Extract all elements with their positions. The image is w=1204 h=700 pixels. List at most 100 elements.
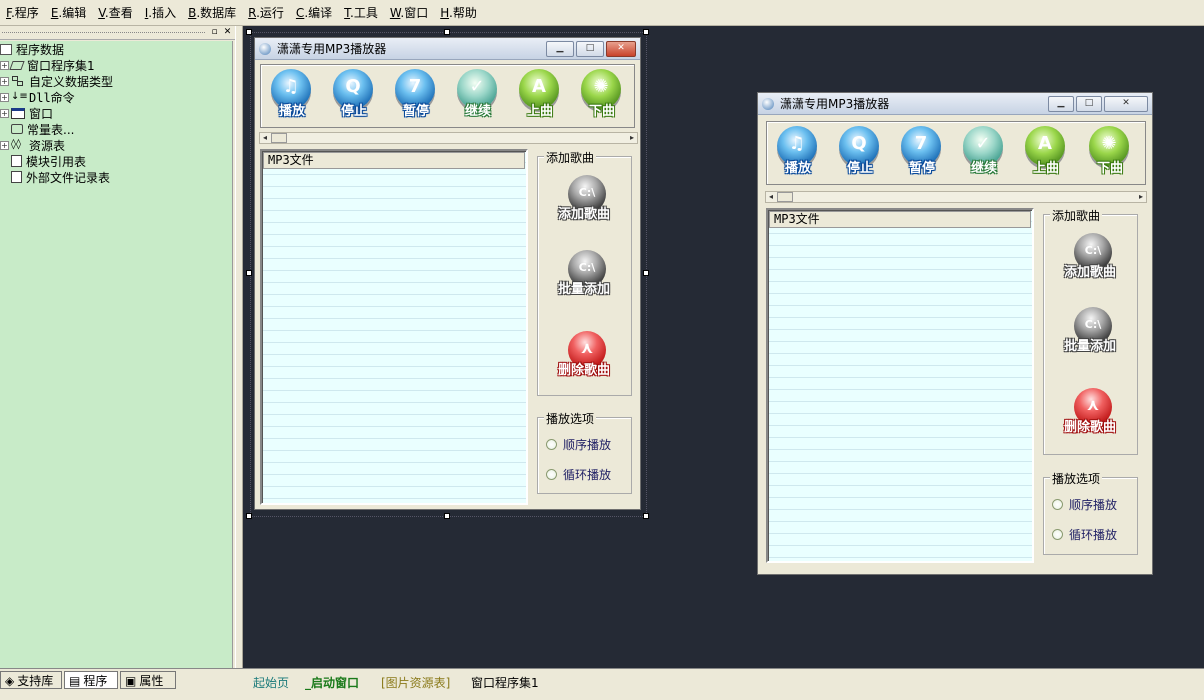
datatype-icon: [11, 75, 25, 87]
tab-image-resources[interactable]: [图片资源表]: [381, 671, 450, 691]
stop-button[interactable]: Q 停止: [327, 67, 377, 125]
radio-icon[interactable]: [546, 439, 557, 450]
drive-icon: C:\: [1084, 244, 1102, 257]
horizontal-scrollbar[interactable]: ◂ ▸: [765, 191, 1147, 203]
next-button[interactable]: ✺ 下曲: [575, 67, 625, 125]
menu-view[interactable]: V.查看: [98, 4, 133, 21]
menu-database[interactable]: B.数据库: [188, 4, 236, 21]
scroll-right-icon[interactable]: ▸: [627, 133, 637, 143]
delete-song-button[interactable]: ⋏ 删除歌曲: [548, 329, 620, 389]
expand-icon[interactable]: +: [0, 92, 9, 102]
resize-handle[interactable]: [246, 513, 252, 519]
maximize-button[interactable]: □: [576, 41, 604, 57]
add-song-group: 添加歌曲 C:\ 添加歌曲 C:\ 批量添加 ⋏ 删除歌曲: [537, 149, 632, 396]
minimize-button[interactable]: ▁: [546, 41, 574, 57]
menu-edit[interactable]: E.编辑: [51, 4, 86, 21]
previous-button[interactable]: A 上曲: [1019, 124, 1069, 182]
panel-grip[interactable]: [2, 32, 205, 33]
expand-icon[interactable]: +: [0, 60, 9, 70]
tab-properties[interactable]: ▣ 属性: [120, 671, 176, 689]
window-titlebar[interactable]: 潇潇专用MP3播放器 ▁ □ ✕: [758, 93, 1152, 115]
expand-icon[interactable]: +: [0, 76, 9, 86]
tree-root-label: 程序数据: [16, 42, 65, 57]
play-button[interactable]: ♫ 播放: [265, 67, 315, 125]
continue-button[interactable]: ✓ 继续: [451, 67, 501, 125]
radio-icon[interactable]: [1052, 499, 1063, 510]
panel-close-icon[interactable]: ✕: [222, 27, 233, 38]
minimize-button[interactable]: ▁: [1048, 96, 1074, 112]
play-button[interactable]: ♫ 播放: [771, 124, 821, 182]
tree-item-assembly[interactable]: + 窗口程序集1: [0, 57, 232, 73]
window-title: 潇潇专用MP3播放器: [277, 42, 387, 56]
menu-tools[interactable]: T.工具: [344, 4, 378, 21]
scroll-left-icon[interactable]: ◂: [766, 192, 776, 202]
delete-song-button[interactable]: ⋏ 删除歌曲: [1054, 386, 1126, 446]
previous-button[interactable]: A 上曲: [513, 67, 563, 125]
tab-startup-window[interactable]: _启动窗口: [305, 671, 359, 691]
resize-handle[interactable]: [643, 270, 649, 276]
tree-item-resources[interactable]: + ◊◊ 资源表: [0, 137, 232, 153]
sequential-play-radio[interactable]: 顺序播放: [546, 436, 611, 453]
menu-window[interactable]: W.窗口: [390, 4, 428, 21]
expand-icon[interactable]: +: [0, 108, 9, 118]
menu-insert[interactable]: I.插入: [145, 4, 176, 21]
tree-item-constants[interactable]: 常量表...: [0, 121, 232, 137]
tree-root[interactable]: 程序数据: [0, 41, 232, 57]
menu-run[interactable]: R.运行: [248, 4, 284, 21]
tree-item-datatype[interactable]: + 自定义数据类型: [0, 73, 232, 89]
constants-icon: [11, 124, 23, 134]
tab-window-assembly[interactable]: 窗口程序集1: [471, 671, 539, 691]
resize-handle[interactable]: [444, 513, 450, 519]
scroll-left-icon[interactable]: ◂: [260, 133, 270, 143]
tree-item-window[interactable]: + 窗口: [0, 105, 232, 121]
stop-icon: Q: [851, 133, 867, 154]
tree-item-external-files[interactable]: 外部文件记录表: [0, 169, 232, 185]
menu-program[interactable]: F.程序: [6, 4, 39, 21]
panel-float-icon[interactable]: ▫: [209, 27, 220, 38]
add-song-button[interactable]: C:\ 添加歌曲: [1054, 231, 1126, 291]
tab-program[interactable]: ▤ 程序: [64, 671, 118, 689]
next-button[interactable]: ✺ 下曲: [1083, 124, 1133, 182]
resize-handle[interactable]: [246, 29, 252, 35]
continue-button[interactable]: ✓ 继续: [957, 124, 1007, 182]
player-window-design[interactable]: 潇潇专用MP3播放器 ▁ □ ✕ ♫ 播放 Q 停止 7 暂停 ✓ 继续 A 上曲 ✺ 下曲…: [254, 37, 641, 510]
window-titlebar[interactable]: 潇潇专用MP3播放器 ▁ □ ✕: [255, 38, 640, 60]
tree-item-dll[interactable]: + ↓≡ Dll命令: [0, 89, 232, 105]
radio-icon[interactable]: [1052, 529, 1063, 540]
close-button[interactable]: ✕: [1104, 96, 1148, 112]
add-song-button[interactable]: C:\ 添加歌曲: [548, 173, 620, 233]
loop-play-radio[interactable]: 循环播放: [546, 466, 611, 483]
batch-add-button[interactable]: C:\ 批量添加: [548, 248, 620, 308]
song-list[interactable]: MP3文件: [766, 208, 1034, 563]
sequential-play-radio[interactable]: 顺序播放: [1052, 496, 1117, 513]
expand-icon[interactable]: +: [0, 140, 9, 150]
close-button[interactable]: ✕: [606, 41, 636, 57]
horizontal-scrollbar[interactable]: ◂ ▸: [259, 132, 638, 144]
pause-button[interactable]: 7 暂停: [895, 124, 945, 182]
pause-button[interactable]: 7 暂停: [389, 67, 439, 125]
menu-help[interactable]: H.帮助: [440, 4, 477, 21]
scroll-thumb[interactable]: [271, 133, 287, 143]
player-toolbar: ♫ 播放 Q 停止 7 暂停 ✓ 继续 A 上曲 ✺ 下曲: [260, 64, 635, 128]
maximize-button[interactable]: □: [1076, 96, 1102, 112]
loop-play-radio[interactable]: 循环播放: [1052, 526, 1117, 543]
radio-icon[interactable]: [546, 469, 557, 480]
batch-add-button[interactable]: C:\ 批量添加: [1054, 305, 1126, 365]
menu-compile[interactable]: C.编译: [296, 4, 332, 21]
tab-support-library[interactable]: ◈ 支持库: [0, 671, 62, 689]
resize-handle[interactable]: [643, 513, 649, 519]
panel-splitter[interactable]: [235, 26, 243, 668]
song-list-header: MP3文件: [769, 211, 1031, 228]
player-window-preview[interactable]: 潇潇专用MP3播放器 ▁ □ ✕ ♫ 播放 Q 停止 7 暂停 ✓ 继续 A 上曲 ✺ 下曲…: [757, 92, 1153, 575]
scroll-thumb[interactable]: [777, 192, 793, 202]
tree-item-label: 外部文件记录表: [26, 170, 111, 185]
resize-handle[interactable]: [444, 29, 450, 35]
tab-start-page[interactable]: 起始页: [253, 671, 289, 691]
delete-icon: ⋏: [1086, 395, 1100, 414]
resize-handle[interactable]: [643, 29, 649, 35]
tree-item-module-ref[interactable]: 模块引用表: [0, 153, 232, 169]
song-list[interactable]: MP3文件: [260, 149, 528, 505]
resize-handle[interactable]: [246, 270, 252, 276]
scroll-right-icon[interactable]: ▸: [1136, 192, 1146, 202]
stop-button[interactable]: Q 停止: [833, 124, 883, 182]
